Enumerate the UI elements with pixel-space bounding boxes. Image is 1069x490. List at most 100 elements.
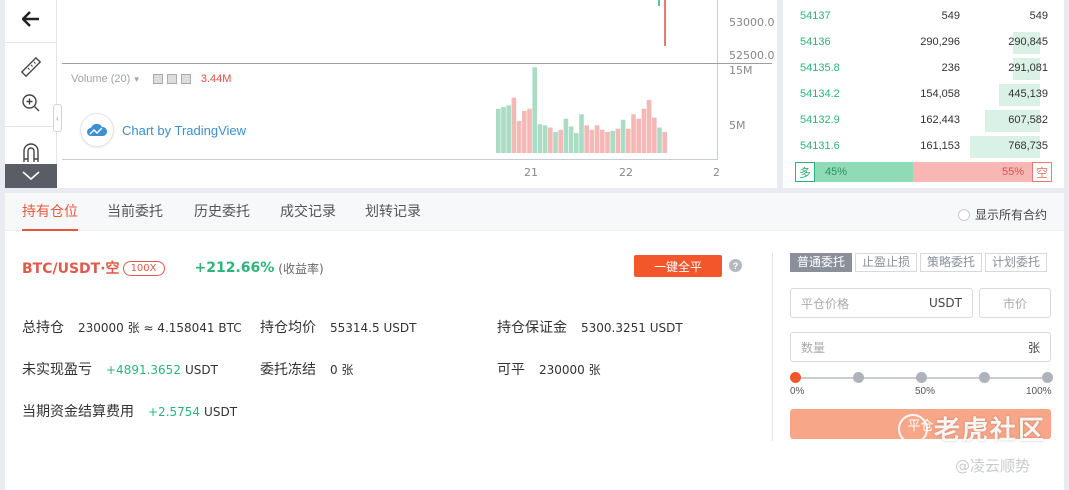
position-symbol: BTC/USDT·空 [22, 261, 120, 277]
zoom-in-button[interactable] [5, 84, 57, 122]
slider-handle[interactable] [790, 372, 801, 383]
order-book-row[interactable]: 54135.8 236 291,081 [783, 56, 1064, 82]
slider-stop[interactable] [1042, 372, 1053, 383]
toolbar-side-handle[interactable]: ‹ [53, 104, 62, 132]
pane-divider[interactable] [62, 63, 772, 64]
quantity-input[interactable]: 数量 张 [790, 332, 1051, 362]
volume-bar [605, 132, 610, 153]
order-book-total: 768,735 [1008, 140, 1048, 152]
order-book-total: 445,139 [1008, 88, 1048, 100]
position-return-pct: +212.66% [194, 260, 275, 276]
volume-bar [501, 107, 506, 153]
tiger-logo-icon [898, 413, 928, 444]
volume-bar [568, 126, 574, 153]
order-book-total: 290,845 [1008, 36, 1048, 48]
order-type-plan[interactable]: 计划委托 [985, 253, 1048, 272]
slider-stop[interactable] [916, 372, 927, 383]
tab-positions[interactable]: 持有仓位 [22, 193, 78, 231]
leverage-badge: 100X [122, 260, 165, 276]
settings-icon[interactable] [166, 74, 177, 84]
volume-bar [594, 125, 600, 153]
order-book-row[interactable]: 54132.9 162,443 607,582 [783, 108, 1064, 134]
help-icon[interactable]: ? [729, 259, 742, 272]
price-tick-label: 52500.0 [729, 49, 775, 62]
positions-tabs: 持有仓位 当前委托 历史委托 成交记录 划转记录 显示所有合约 [5, 193, 1064, 231]
tab-transfer-history[interactable]: 划转记录 [365, 193, 421, 231]
volume-bar [626, 128, 631, 153]
volume-bar [662, 132, 667, 153]
order-type-limit[interactable]: 普通委托 [790, 253, 853, 272]
price-axis[interactable]: 53000.0 52500.0 15M 5M [718, 0, 777, 160]
volume-bar [646, 99, 652, 153]
long-short-ratio-bar: 多 45% 55% 空 [795, 162, 1052, 182]
order-type-strategy[interactable]: 策略委托 [920, 253, 983, 272]
long-tag: 多 [795, 162, 815, 182]
chevron-down-icon[interactable]: ▾ [134, 74, 139, 85]
short-tag: 空 [1032, 162, 1052, 182]
tradingview-link[interactable]: Chart by TradingView [122, 123, 246, 138]
order-type-tp-sl[interactable]: 止盈止损 [855, 253, 918, 272]
volume-bar [631, 114, 636, 153]
order-type-tabs: 普通委托 止盈止损 策略委托 计划委托 [790, 253, 1048, 272]
tiger-community-watermark: 老虎社区 [898, 410, 1046, 447]
field-margin: 持仓保证金 5300.3251 USDT [497, 320, 683, 336]
volume-bar [548, 127, 553, 153]
order-book-total: 291,081 [1008, 62, 1048, 74]
time-axis[interactable]: 21 22 2 [62, 160, 720, 188]
slider-stop[interactable] [853, 372, 864, 383]
close-price-input[interactable]: 平仓价格 USDT [790, 288, 973, 318]
market-price-button[interactable]: 市价 [979, 288, 1051, 318]
quantity-unit: 张 [1027, 340, 1040, 355]
back-button[interactable] [5, 0, 57, 38]
volume-bar [636, 118, 641, 153]
order-book-row[interactable]: 54131.6 161,153 768,735 [783, 134, 1064, 160]
toolbar-collapse-button[interactable] [5, 164, 57, 188]
order-book-amount: 549 [941, 10, 960, 22]
radio-button[interactable] [957, 208, 970, 221]
tab-open-orders[interactable]: 当前委托 [107, 193, 163, 231]
tradingview-badge[interactable]: Chart by TradingView [80, 113, 246, 147]
close-price-placeholder: 平仓价格 [801, 296, 850, 311]
field-closable: 可平 230000 张 [497, 362, 601, 378]
volume-bar [615, 128, 621, 153]
volume-bar [522, 110, 527, 153]
volume-value: 3.44M [200, 73, 232, 85]
show-all-contracts-toggle[interactable]: 显示所有合约 [957, 206, 1047, 223]
volume-bar [600, 129, 605, 153]
order-book-price: 54134.2 [800, 88, 840, 100]
slider-label-0: 0% [790, 386, 805, 397]
volume-bar [532, 67, 537, 153]
position-return-label: (收益率) [278, 261, 324, 276]
volume-bar [563, 118, 569, 153]
order-book-row[interactable]: 54136 290,296 290,845 [783, 30, 1064, 56]
volume-bar [574, 133, 579, 153]
chevron-down-icon [22, 171, 40, 181]
arrow-left-icon [22, 11, 39, 27]
volume-bar [579, 114, 584, 153]
order-book-price: 54131.6 [800, 140, 840, 152]
magnet-icon [23, 143, 39, 162]
order-book-row[interactable]: 54137 549 549 [783, 4, 1064, 30]
author-watermark: @凌云顺势 [955, 457, 1031, 475]
tiger-watermark-text: 老虎社区 [934, 416, 1047, 446]
volume-tick-label: 15M [729, 64, 753, 77]
slider-label-50: 50% [915, 386, 936, 397]
tab-trade-history[interactable]: 成交记录 [280, 193, 336, 231]
eye-icon[interactable] [152, 74, 163, 84]
volume-bar [511, 97, 517, 153]
volume-bar [610, 130, 615, 153]
order-book-row[interactable]: 54134.2 154,058 445,139 [783, 82, 1064, 108]
volume-legend[interactable]: Volume (20) ▾ 3.44M [71, 73, 231, 85]
price-tick-label: 53000.0 [729, 16, 775, 29]
order-book-price: 54135.8 [800, 62, 840, 74]
order-book-amount: 154,058 [920, 88, 960, 100]
close-icon[interactable] [180, 74, 191, 84]
tab-order-history[interactable]: 历史委托 [194, 193, 250, 231]
volume-bar [641, 108, 647, 153]
order-book-price: 54136 [800, 36, 831, 48]
close-all-button[interactable]: 一键全平 [634, 255, 722, 277]
slider-stop[interactable] [979, 372, 990, 383]
ruler-tool-button[interactable] [5, 48, 57, 86]
field-frozen: 委托冻结 0 张 [260, 362, 354, 378]
volume-bar [553, 132, 558, 153]
